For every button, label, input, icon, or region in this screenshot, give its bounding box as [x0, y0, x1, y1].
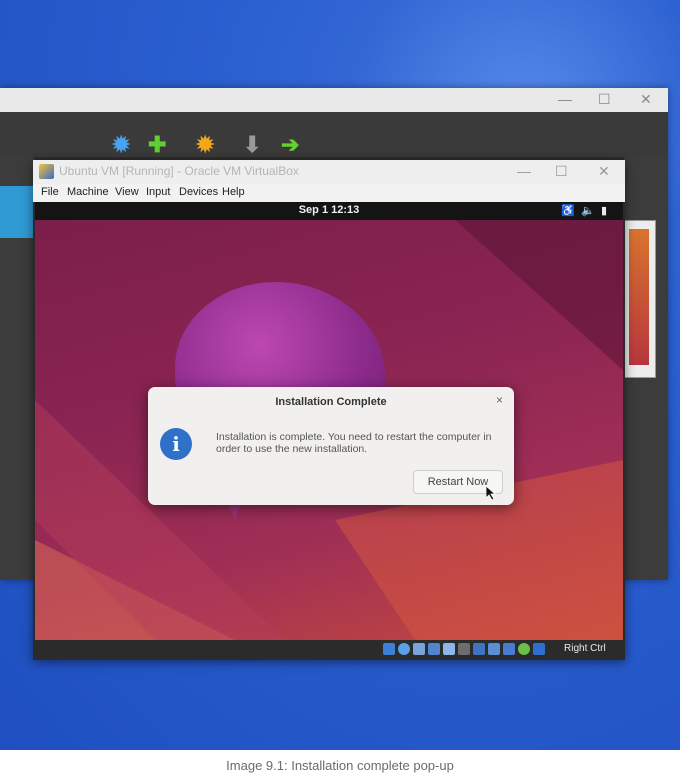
gnome-top-bar: Sep 1 12:13 ♿ 🔈 ▮ — [35, 202, 623, 220]
menu-input[interactable]: Input — [146, 186, 170, 198]
discard-icon[interactable]: ⬇ — [243, 134, 261, 156]
manager-minimize-button[interactable]: — — [558, 91, 572, 107]
virtualbox-icon — [39, 164, 54, 179]
display-icon[interactable] — [473, 643, 485, 655]
vm-titlebar: Ubuntu VM [Running] - Oracle VM VirtualB… — [33, 160, 625, 184]
photo-background: — ☐ ✕ ✹ ✚ ✹ ⬇ ➔ Ubuntu VM [Running] - Or… — [0, 0, 680, 750]
vm-menubar: File Machine View Input Devices Help — [33, 184, 625, 202]
mouse-icon[interactable] — [518, 643, 530, 655]
menu-view[interactable]: View — [115, 186, 139, 198]
menu-machine[interactable]: Machine — [67, 186, 109, 198]
start-icon[interactable]: ➔ — [281, 134, 299, 156]
menu-devices[interactable]: Devices — [179, 186, 218, 198]
audio-icon[interactable] — [413, 643, 425, 655]
new-icon[interactable]: ✚ — [148, 134, 166, 156]
info-icon: i — [160, 428, 192, 460]
manager-close-button[interactable]: ✕ — [640, 91, 652, 108]
optical-icon[interactable] — [398, 643, 410, 655]
image-caption: Image 9.1: Installation complete pop-up — [226, 758, 454, 773]
menu-file[interactable]: File — [41, 186, 59, 198]
recording-icon[interactable] — [488, 643, 500, 655]
manager-toolbar: ✹ ✚ ✹ ⬇ ➔ — [0, 112, 668, 157]
network-icon[interactable] — [428, 643, 440, 655]
clock[interactable]: Sep 1 12:13 — [35, 204, 623, 216]
menu-help[interactable]: Help — [222, 186, 245, 198]
volume-icon[interactable]: 🔈 — [581, 204, 595, 217]
vm-maximize-button[interactable]: ☐ — [555, 163, 568, 180]
cpu-icon[interactable] — [503, 643, 515, 655]
preview-thumbnail — [624, 220, 656, 378]
manager-titlebar: — ☐ ✕ — [0, 88, 668, 112]
dialog-message: Installation is complete. You need to re… — [216, 431, 492, 455]
settings-icon[interactable]: ✹ — [196, 134, 214, 156]
accessibility-icon[interactable]: ♿ — [561, 204, 575, 217]
keyboard-icon[interactable] — [533, 643, 545, 655]
mouse-cursor-icon — [486, 486, 496, 500]
manager-maximize-button[interactable]: ☐ — [598, 91, 611, 108]
host-key-label: Right Ctrl — [564, 643, 606, 654]
battery-icon[interactable]: ▮ — [601, 204, 607, 217]
vm-close-button[interactable]: ✕ — [598, 163, 610, 180]
vm-window-title: Ubuntu VM [Running] - Oracle VM VirtualB… — [59, 164, 299, 178]
hdd-icon[interactable] — [383, 643, 395, 655]
preferences-icon[interactable]: ✹ — [112, 134, 130, 156]
dialog-title: Installation Complete — [275, 396, 387, 408]
installation-complete-dialog: Installation Complete × i Installation i… — [148, 387, 514, 505]
dialog-close-button[interactable]: × — [496, 393, 503, 407]
vm-status-bar: Right Ctrl — [33, 640, 625, 660]
status-icons — [383, 643, 548, 657]
usb-icon[interactable] — [443, 643, 455, 655]
shared-folder-icon[interactable] — [458, 643, 470, 655]
vm-minimize-button[interactable]: — — [517, 163, 531, 179]
vm-list-selected-item[interactable] — [0, 186, 34, 238]
